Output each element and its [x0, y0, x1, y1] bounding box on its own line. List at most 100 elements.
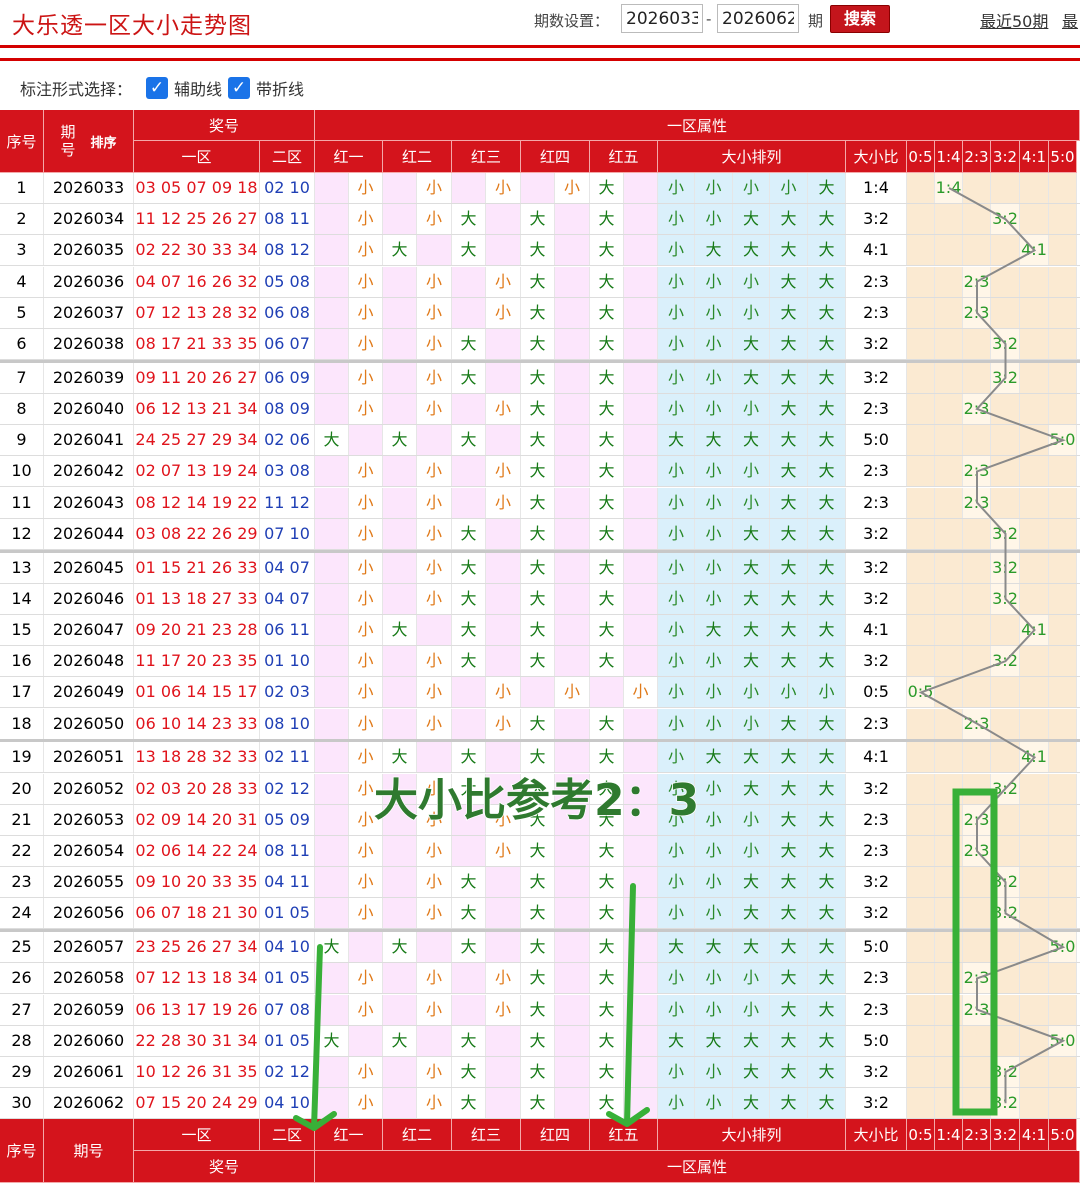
row-seq: 28	[0, 1025, 44, 1056]
red-5-big-cell: 大	[590, 297, 624, 328]
footer-ratio-1: 1:4	[935, 1119, 963, 1152]
red-3-big-cell: 大	[452, 1088, 486, 1119]
red-2-small-cell: 小	[417, 867, 452, 898]
red-3-small-cell: 小	[486, 677, 521, 708]
red-2-small-cell: 小	[417, 836, 452, 866]
arrangement-cell: 大	[808, 394, 846, 424]
red-1-big-cell	[315, 773, 349, 804]
arrangement-cell: 大	[770, 1025, 808, 1056]
row-blue-numbers: 06 11	[260, 615, 315, 645]
red-4-big-cell: 大	[521, 708, 555, 739]
red-2-small-cell: 小	[417, 552, 452, 583]
ratio-marker: 5:0	[1049, 425, 1077, 456]
footer-zone2: 二区	[260, 1119, 315, 1152]
arrangement-cell: 小	[658, 266, 695, 297]
row-blue-numbers: 02 10	[260, 173, 315, 203]
red-1-big-cell	[315, 898, 349, 929]
ratio-zone-cell	[935, 552, 963, 583]
red-1-small-cell: 小	[349, 708, 383, 739]
recent-50-link[interactable]: 最近50期	[980, 8, 1048, 32]
header-red-3: 红三	[452, 141, 521, 173]
table-row: 19 2026051 13 18 28 32 33 02 11 小大大大大小大大大大 4:…	[0, 742, 1080, 774]
red-5-big-cell: 大	[590, 963, 624, 994]
red-5-small-cell	[624, 552, 658, 583]
row-period: 2026045	[44, 552, 134, 583]
red-1-big-cell	[315, 836, 349, 866]
red-4-small-cell	[555, 1088, 590, 1119]
red-2-big-cell: 大	[383, 235, 417, 266]
red-1-small-cell: 小	[349, 583, 383, 614]
red-1-big-cell	[315, 615, 349, 645]
red-1-big-cell: 大	[315, 1025, 349, 1056]
row-ratio: 5:0	[846, 425, 907, 456]
arrangement-cell: 小	[770, 173, 808, 203]
arrangement-cell: 小	[733, 173, 770, 203]
red-3-small-cell	[486, 362, 521, 393]
red-2-big-cell	[383, 362, 417, 393]
ratio-zone-cell	[991, 1025, 1020, 1056]
ratio-zone-cell	[1020, 204, 1049, 235]
red-3-big-cell	[452, 836, 486, 866]
table-footer-header: 序号 期号 一区 二区 红一 红二 红三 红四 红五 大小排列 大小比 0:5 1:4 2:3 3:2 4:1…	[0, 1119, 1080, 1184]
ratio-zone-cell	[935, 646, 963, 677]
red-3-small-cell: 小	[486, 394, 521, 424]
end-period-input[interactable]	[717, 4, 799, 33]
red-3-big-cell: 大	[452, 1057, 486, 1087]
ratio-zone-cell	[1049, 615, 1077, 645]
fold-line-checkbox[interactable]: ✓	[228, 77, 251, 99]
row-seq: 2	[0, 204, 44, 235]
red-3-big-cell: 大	[452, 742, 486, 773]
red-2-big-cell	[383, 583, 417, 614]
row-period: 2026042	[44, 456, 134, 487]
red-1-small-cell: 小	[349, 646, 383, 677]
arrangement-cell: 小	[658, 1088, 695, 1119]
ratio-zone-cell	[991, 994, 1020, 1025]
row-period: 2026060	[44, 1025, 134, 1056]
red-2-small-cell: 小	[417, 583, 452, 614]
red-5-big-cell: 大	[590, 1025, 624, 1056]
arrangement-cell: 大	[808, 963, 846, 994]
red-2-small-cell	[417, 235, 452, 266]
arrangement-cell: 小	[733, 394, 770, 424]
red-1-big-cell	[315, 1088, 349, 1119]
red-4-big-cell: 大	[521, 425, 555, 456]
table-row: 20 2026052 02 03 20 28 33 02 12 小小大大大小小大大大 3:…	[0, 773, 1080, 805]
table-row: 7 2026039 09 11 20 26 27 06 09 小小大大大小小大大大 3:2…	[0, 362, 1080, 394]
row-seq: 12	[0, 518, 44, 549]
recent-link-cut[interactable]: 最	[1062, 8, 1078, 32]
row-seq: 18	[0, 708, 44, 739]
red-2-small-cell: 小	[417, 456, 452, 487]
ratio-zone-cell	[935, 804, 963, 835]
arrangement-cell: 大	[808, 898, 846, 929]
red-5-small-cell	[624, 266, 658, 297]
ratio-zone-cell	[907, 1088, 935, 1119]
ratio-zone-cell	[935, 836, 963, 866]
ratio-marker: 3:2	[991, 646, 1020, 677]
ratio-zone-cell	[1049, 742, 1077, 773]
ratio-zone-cell	[991, 297, 1020, 328]
red-3-small-cell	[486, 329, 521, 359]
ratio-zone-cell	[1049, 898, 1077, 929]
ratio-marker: 1:4	[935, 173, 963, 203]
aux-line-checkbox[interactable]: ✓	[146, 77, 169, 99]
search-button[interactable]: 搜索	[830, 5, 890, 33]
footer-red-3: 红三	[452, 1119, 521, 1152]
red-1-big-cell	[315, 297, 349, 328]
sort-toggle[interactable]: 排序	[90, 132, 116, 151]
arrangement-cell: 小	[695, 994, 733, 1025]
arrangement-cell: 小	[695, 867, 733, 898]
row-blue-numbers: 04 10	[260, 1088, 315, 1119]
red-5-big-cell: 大	[590, 266, 624, 297]
arrangement-cell: 大	[733, 425, 770, 456]
ratio-zone-cell	[935, 518, 963, 549]
ratio-zone-cell	[935, 456, 963, 487]
arrangement-cell: 大	[733, 204, 770, 235]
red-2-small-cell: 小	[417, 963, 452, 994]
ratio-zone-cell	[1020, 329, 1049, 359]
ratio-zone-cell	[907, 773, 935, 804]
red-5-small-cell	[624, 1088, 658, 1119]
options-label: 标注形式选择：	[20, 80, 133, 99]
red-2-small-cell: 小	[417, 994, 452, 1025]
ratio-zone-cell	[1020, 867, 1049, 898]
start-period-input[interactable]	[621, 4, 703, 33]
